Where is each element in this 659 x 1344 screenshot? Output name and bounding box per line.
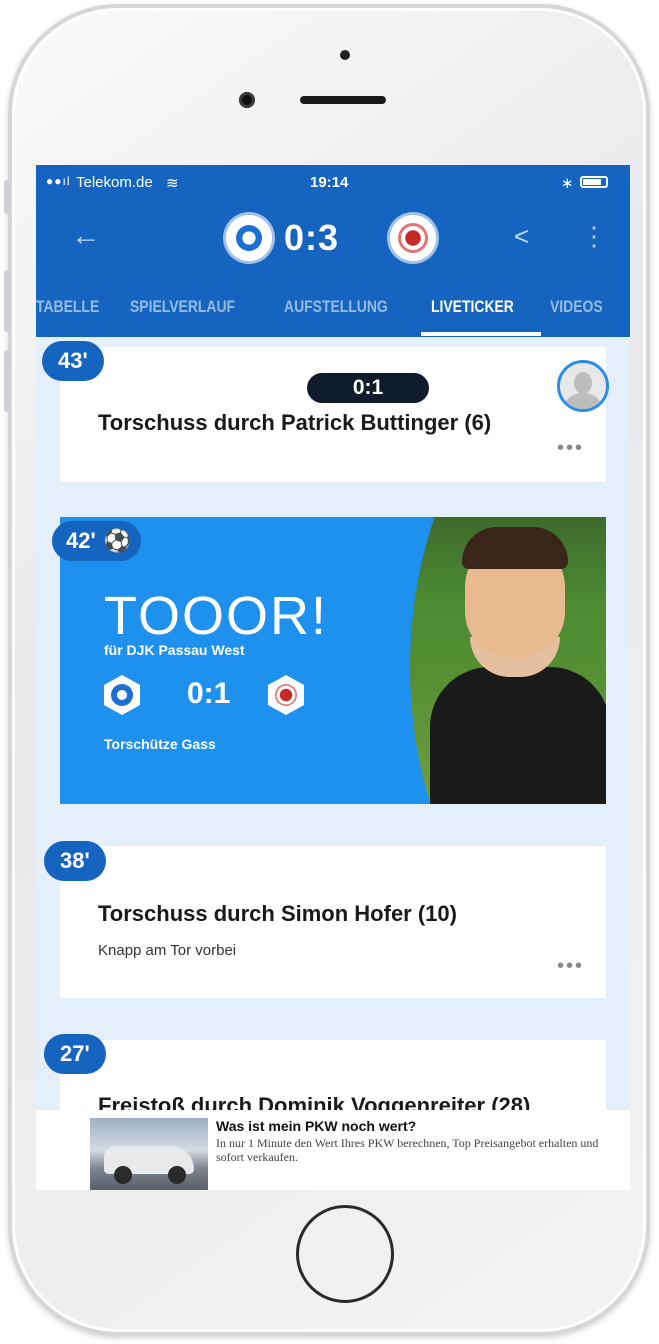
share-icon[interactable]: < <box>514 221 529 252</box>
player-avatar[interactable] <box>557 360 609 412</box>
tab-bar: TABELLE SPIELVERLAUF AUFSTELLUNG LIVETIC… <box>36 275 630 337</box>
home-team-crest <box>234 223 264 253</box>
volume-up-button[interactable] <box>4 270 10 332</box>
earpiece-speaker <box>300 96 386 104</box>
ball-icon: ⚽ <box>103 528 132 553</box>
bluetooth-icon: ∗ <box>561 175 574 192</box>
signal-icon: ●●ıl <box>46 174 71 188</box>
home-team-badge <box>104 675 140 715</box>
match-header: ← 0:3 < ⋮ <box>36 201 630 275</box>
event-title: Torschuss durch Simon Hofer (10) <box>98 901 457 926</box>
sensor-dot <box>340 50 350 60</box>
status-time: 19:14 <box>310 174 349 191</box>
player-jersey <box>430 667 606 804</box>
away-team-badge <box>268 675 304 715</box>
tab-aufstellung[interactable]: AUFSTELLUNG <box>284 297 388 317</box>
app-screen: ●●ıl Telekom.de ≋ 19:14 ∗ ← 0:3 < ⋮ TABE… <box>36 165 630 1190</box>
wifi-icon: ≋ <box>166 175 179 192</box>
minute-text: 42' <box>66 528 96 553</box>
away-team-crest <box>398 223 428 253</box>
volume-down-button[interactable] <box>4 350 10 412</box>
arrow-left-icon[interactable]: ← <box>71 219 101 253</box>
goal-scorer: Torschütze Gass <box>104 736 216 752</box>
more-options-icon[interactable]: ••• <box>557 437 584 460</box>
avatar-head <box>574 372 592 394</box>
score-pill: 0:1 <box>307 373 429 403</box>
ad-banner[interactable]: Was ist mein PKW noch wert? In nur 1 Min… <box>36 1110 630 1190</box>
more-options-icon[interactable]: ••• <box>557 955 584 978</box>
more-vert-icon[interactable]: ⋮ <box>581 221 607 252</box>
tab-videos[interactable]: VIDEOS <box>550 297 603 317</box>
match-score: 0:3 <box>284 217 340 258</box>
ad-text: In nur 1 Minute den Wert Ihres PKW berec… <box>216 1136 599 1164</box>
minute-badge: 42' ⚽ <box>52 521 142 561</box>
status-bar: ●●ıl Telekom.de ≋ 19:14 ∗ <box>36 165 630 201</box>
tab-spielverlauf[interactable]: SPIELVERLAUF <box>130 297 235 317</box>
ad-image <box>90 1118 208 1190</box>
goal-headline: TOOOR! <box>104 586 329 646</box>
ad-title: Was ist mein PKW noch wert? <box>216 1118 417 1134</box>
tab-tabelle[interactable]: TABELLE <box>36 297 99 317</box>
battery-icon <box>580 176 608 188</box>
scorer-photo <box>410 517 606 804</box>
active-tab-indicator <box>421 332 541 336</box>
goal-card[interactable]: TOOOR! für DJK Passau West 0:1 Torschütz… <box>60 517 606 804</box>
event-title: Torschuss durch Patrick Buttinger (6) <box>98 410 492 435</box>
tab-liveticker[interactable]: LIVETICKER <box>431 297 514 317</box>
goal-score: 0:1 <box>187 677 231 710</box>
carrier-name: Telekom.de <box>76 174 153 191</box>
front-camera <box>239 92 255 108</box>
home-button[interactable] <box>296 1205 394 1303</box>
event-subtitle: Knapp am Tor vorbei <box>98 942 237 959</box>
mute-switch[interactable] <box>4 180 10 214</box>
minute-badge: 27' <box>44 1034 106 1074</box>
player-hair <box>462 527 568 569</box>
minute-badge: 43' <box>42 341 104 381</box>
home-team-logo[interactable] <box>226 215 272 261</box>
away-team-logo[interactable] <box>390 215 436 261</box>
minute-badge: 38' <box>44 841 106 881</box>
goal-team: für DJK Passau West <box>104 642 245 658</box>
